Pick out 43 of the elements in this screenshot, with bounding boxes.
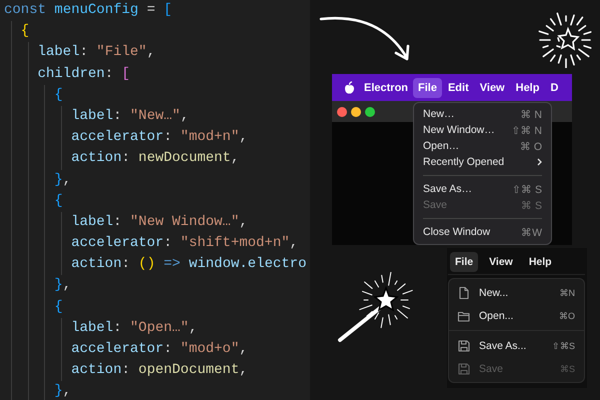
code-line: accelerator: "mod+n", bbox=[71, 128, 248, 148]
zoom-button[interactable] bbox=[365, 106, 375, 116]
menu-bar-item[interactable]: View bbox=[484, 252, 518, 272]
code-line: { bbox=[54, 298, 63, 317]
menu-item[interactable]: Open... ⌘O bbox=[449, 304, 584, 327]
menu-item[interactable]: Recently Opened bbox=[414, 154, 551, 170]
sparkle-star-drawing bbox=[538, 12, 594, 68]
code-line: { bbox=[20, 22, 30, 42]
code-line: label: "File", bbox=[38, 43, 156, 62]
code-line: { bbox=[54, 86, 63, 105]
menu-item[interactable]: Close Window ⌘W bbox=[414, 224, 551, 240]
menu-item[interactable]: New… ⌘ N bbox=[414, 106, 551, 122]
code-line: children: [ bbox=[38, 64, 130, 84]
menu-bar-item[interactable]: Edit bbox=[442, 78, 474, 98]
code-line: label: "New…", bbox=[71, 106, 189, 126]
code-line: action: () => window.electro bbox=[71, 255, 306, 274]
file-icon bbox=[457, 286, 470, 300]
code-line: action: newDocument, bbox=[71, 149, 240, 168]
code-line: accelerator: "shift+mod+n", bbox=[71, 234, 298, 254]
menu-bar-item[interactable]: D bbox=[545, 78, 564, 98]
app-name: Electron bbox=[364, 82, 408, 94]
menu-item[interactable]: Save As… ⇧⌘ S bbox=[414, 181, 551, 197]
code-line: }, bbox=[54, 170, 72, 190]
code-line: const menuConfig = [ bbox=[4, 1, 172, 20]
menu-item[interactable]: Open… ⌘ O bbox=[414, 138, 551, 154]
code-line: action: openDocument, bbox=[71, 361, 248, 380]
menu-bar-item[interactable]: Help bbox=[524, 252, 557, 272]
code-line: label: "New Window…", bbox=[71, 212, 248, 232]
code-line: }, bbox=[54, 276, 72, 296]
minimize-button[interactable] bbox=[351, 106, 361, 116]
code-line: }, bbox=[54, 382, 72, 400]
close-button[interactable] bbox=[337, 106, 347, 116]
menu-bar-item[interactable]: View bbox=[474, 78, 510, 98]
apple-icon bbox=[344, 81, 355, 94]
code-line: { bbox=[54, 192, 63, 211]
menu-item[interactable]: New Window… ⇧⌘ N bbox=[414, 122, 551, 138]
code-line: label: "Open…", bbox=[71, 318, 198, 338]
code-line: accelerator: "mod+o", bbox=[71, 340, 248, 359]
menu-bar-item[interactable]: Help bbox=[510, 78, 544, 98]
menu-item[interactable]: Save As... ⇧⌘S bbox=[449, 334, 584, 357]
menu-bar-item[interactable]: File bbox=[413, 78, 442, 98]
menu-item[interactable]: New... ⌘N bbox=[449, 281, 584, 304]
menu-bar-item[interactable]: File bbox=[450, 252, 478, 272]
